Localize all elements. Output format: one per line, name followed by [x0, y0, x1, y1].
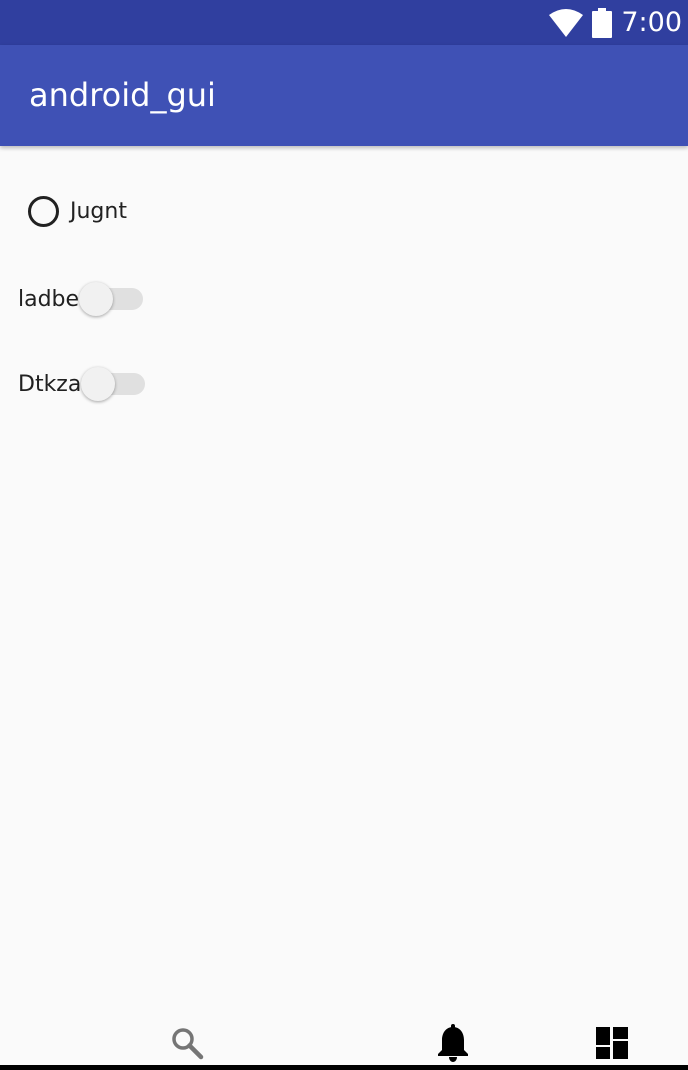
- app-title: android_gui: [29, 76, 216, 114]
- app-bar: android_gui: [0, 45, 688, 146]
- status-icons: 7:00: [548, 0, 682, 45]
- nav-search[interactable]: [165, 1021, 209, 1065]
- switch-row-dtkza: Dtkza: [18, 364, 147, 404]
- switch-thumb[interactable]: [79, 282, 114, 316]
- switch-thumb[interactable]: [81, 367, 116, 401]
- switch-row-ladbe: ladbe: [18, 279, 145, 319]
- search-icon: [172, 1028, 204, 1060]
- toggle-switch-dtkza[interactable]: [81, 364, 147, 404]
- switch-label: ladbe: [18, 286, 80, 312]
- battery-icon: [592, 7, 613, 38]
- bell-icon: [438, 1024, 468, 1062]
- nav-dashboard[interactable]: [590, 1021, 634, 1065]
- switch-label: Dtkza: [18, 371, 82, 397]
- status-bar: 7:00: [0, 0, 688, 45]
- content-area: Jugnt ladbe Dtkza: [0, 146, 688, 1036]
- navigation-bar-edge: [0, 1065, 688, 1070]
- nav-notifications[interactable]: [431, 1021, 475, 1065]
- radio-button[interactable]: [28, 195, 59, 227]
- toggle-switch-ladbe[interactable]: [79, 279, 145, 319]
- status-time: 7:00: [621, 7, 682, 38]
- wifi-icon: [549, 8, 584, 37]
- bottom-nav: [0, 1015, 688, 1065]
- dashboard-icon: [596, 1027, 628, 1059]
- radio-label: Jugnt: [70, 198, 127, 224]
- radio-option-jugnt[interactable]: Jugnt: [28, 192, 127, 230]
